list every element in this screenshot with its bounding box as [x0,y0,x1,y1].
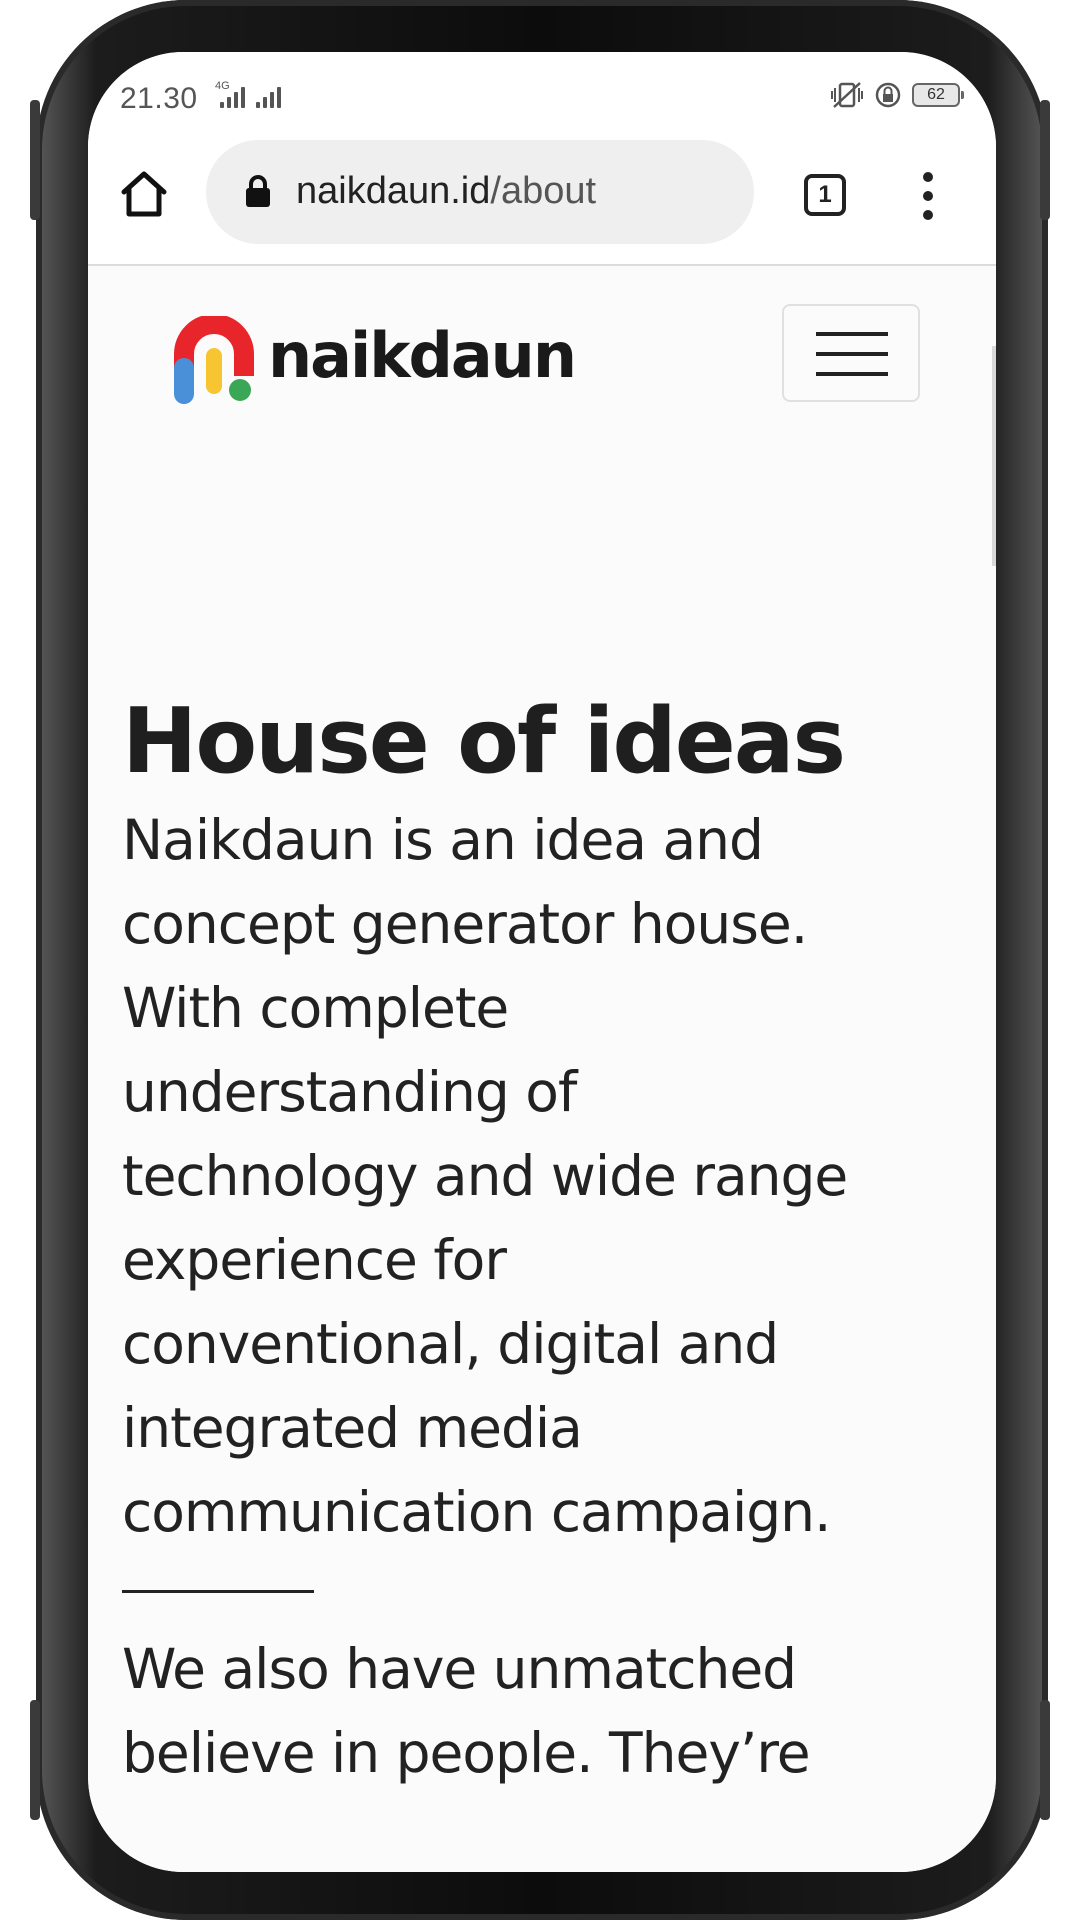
phone-screen: 21.30 4G 62 naikdaun.id/about 1 naikdaun… [88,52,996,1872]
logo-mark-icon [174,316,254,404]
paragraph-line: integrated media [122,1396,583,1460]
site-logo[interactable]: naikdaun [174,316,577,404]
url-path: /about [490,170,597,212]
second-paragraph: We also have unmatched believe in people… [122,1627,972,1795]
logo-text: naikdaun [268,319,577,392]
device-mockup: 21.30 4G 62 naikdaun.id/about 1 naikdaun… [0,0,1080,1920]
signal-icon [256,86,281,108]
status-time: 21.30 [120,82,198,115]
paragraph-line: technology and wide range [122,1144,848,1208]
home-icon[interactable] [118,168,170,220]
paragraph-line: Naikdaun is an idea and [122,808,764,872]
page-headline: House of ideas [122,689,846,794]
paragraph-line: understanding of [122,1060,577,1124]
tab-switcher-button[interactable]: 1 [804,174,846,216]
paragraph-line: With complete [122,976,509,1040]
browser-toolbar: naikdaun.id/about 1 [88,132,996,266]
phone-side-button [30,100,40,220]
vibrate-mute-icon [831,82,863,108]
paragraph-line: concept generator house. [122,892,808,956]
phone-side-button [1040,100,1050,220]
paragraph-line: We also have unmatched [122,1637,797,1701]
address-bar[interactable]: naikdaun.id/about [206,140,754,244]
intro-paragraph: Naikdaun is an idea and concept generato… [122,798,972,1554]
web-page: naikdaun House of ideas Naikdaun is an i… [88,266,996,1872]
url-text: naikdaun.id/about [296,170,596,213]
paragraph-line: believe in people. They’re [122,1721,811,1785]
signal-icon [220,86,245,108]
paragraph-line: conventional, digital and [122,1312,779,1376]
status-icons: 62 [830,80,964,110]
hamburger-menu-button[interactable] [782,304,920,402]
paragraph-line: experience for [122,1228,507,1292]
url-domain: naikdaun.id [296,170,491,212]
paragraph-line: communication campaign. [122,1480,832,1544]
rotation-lock-icon [875,82,901,108]
hero-section: House of ideas Naikdaun is an idea and c… [122,686,972,1795]
section-divider [122,1590,314,1593]
battery-level: 62 [927,86,945,103]
scrollbar[interactable] [992,346,996,566]
more-options-icon[interactable] [916,172,940,220]
phone-side-button [30,1700,40,1820]
lock-icon [246,175,270,207]
tab-count: 1 [818,181,832,208]
status-bar: 21.30 4G 62 [88,52,996,132]
battery-icon: 62 [912,83,964,107]
phone-side-button [1040,1700,1050,1820]
